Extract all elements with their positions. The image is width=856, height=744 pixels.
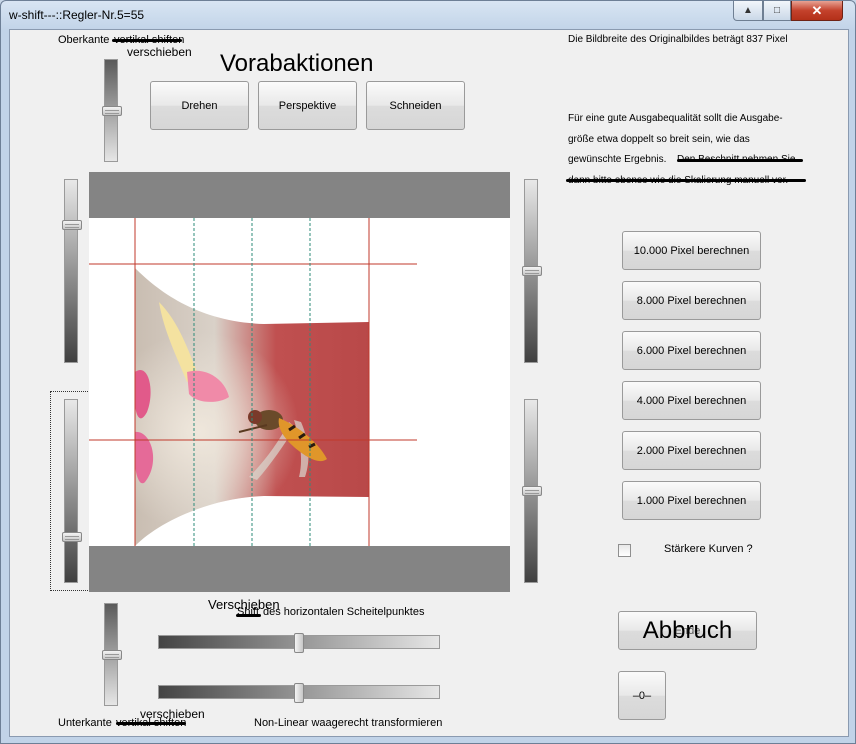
schneiden-button[interactable]: Schneiden xyxy=(366,81,465,130)
strikethrough-mark xyxy=(236,614,261,617)
strikethrough-mark xyxy=(566,179,806,182)
section-title: Vorabaktionen xyxy=(220,50,374,77)
staerkere-kurven-checkbox[interactable] xyxy=(618,544,631,557)
app-window: w-shift---::Regler-Nr.5=55 ▲ □ ✕ Oberkan… xyxy=(0,0,856,744)
unterkante-label: Unterkante xyxy=(58,717,112,729)
slider-thumb[interactable] xyxy=(102,650,122,660)
left-lower-slider[interactable] xyxy=(62,399,82,583)
bottom-edge-slider[interactable] xyxy=(102,603,122,706)
slider-thumb[interactable] xyxy=(62,532,82,542)
strikethrough-mark xyxy=(112,39,182,42)
abbruch-button[interactable]: Ende Abbruch xyxy=(618,611,757,650)
window-title: w-shift---::Regler-Nr.5=55 xyxy=(9,8,145,22)
reset-button[interactable]: –0– xyxy=(618,671,666,720)
warped-photo xyxy=(89,218,417,546)
title-bar[interactable]: w-shift---::Regler-Nr.5=55 ▲ □ ✕ xyxy=(1,1,855,29)
quality-text-2: größe etwa doppelt so breit sein, wie da… xyxy=(568,134,750,145)
calc-4000-button[interactable]: 4.000 Pixel berechnen xyxy=(622,381,761,420)
close-icon: ✕ xyxy=(811,2,823,18)
quality-text-1: Für eine gute Ausgabequalität sollt die … xyxy=(568,113,783,124)
right-lower-slider[interactable] xyxy=(522,399,542,583)
slider-thumb[interactable] xyxy=(102,106,122,116)
calc-6000-button[interactable]: 6.000 Pixel berechnen xyxy=(622,331,761,370)
nonlinear-label: Non-Linear waagerecht transformieren xyxy=(254,717,443,729)
calc-2000-button[interactable]: 2.000 Pixel berechnen xyxy=(622,431,761,470)
minimize-button[interactable]: ▲ xyxy=(733,1,763,21)
slider-thumb[interactable] xyxy=(62,220,82,230)
slider-thumb[interactable] xyxy=(294,633,304,653)
client-area: Oberkante vertikal shiften verschieben V… xyxy=(9,29,849,737)
slider-thumb[interactable] xyxy=(522,486,542,496)
maximize-icon: □ xyxy=(773,5,781,16)
strikethrough-mark xyxy=(116,722,186,725)
abbruch-label: Abbruch xyxy=(642,616,733,644)
calc-1000-button[interactable]: 1.000 Pixel berechnen xyxy=(622,481,761,520)
unterkante-new-label: verschieben xyxy=(140,707,205,721)
strikethrough-mark xyxy=(677,159,803,162)
nonlinear-transform-slider[interactable] xyxy=(158,683,440,703)
staerkere-kurven-label: Stärkere Kurven ? xyxy=(664,543,753,555)
image-preview-canvas[interactable] xyxy=(89,172,510,592)
shift-description-label: des horizontalen Scheitelpunktes xyxy=(263,606,425,618)
slider-thumb[interactable] xyxy=(522,266,542,276)
info-width-text: Die Bildbreite des Originalbildes beträg… xyxy=(568,34,788,45)
slider-thumb[interactable] xyxy=(294,683,304,703)
left-upper-slider[interactable] xyxy=(62,179,82,363)
calc-10000-button[interactable]: 10.000 Pixel berechnen xyxy=(622,231,761,270)
close-button[interactable]: ✕ xyxy=(791,1,843,21)
calc-8000-button[interactable]: 8.000 Pixel berechnen xyxy=(622,281,761,320)
quality-text-3a: gewünschte Ergebnis. xyxy=(568,154,667,165)
minimize-icon: ▲ xyxy=(743,5,753,16)
right-upper-slider[interactable] xyxy=(522,179,542,363)
maximize-button[interactable]: □ xyxy=(763,1,791,21)
drehen-button[interactable]: Drehen xyxy=(150,81,249,130)
top-edge-slider[interactable] xyxy=(102,59,122,162)
perspektive-button[interactable]: Perspektive xyxy=(258,81,357,130)
horizontal-shift-slider[interactable] xyxy=(158,633,440,653)
oberkante-label: Oberkante xyxy=(58,34,110,46)
oberkante-new-label: verschieben xyxy=(127,45,192,59)
